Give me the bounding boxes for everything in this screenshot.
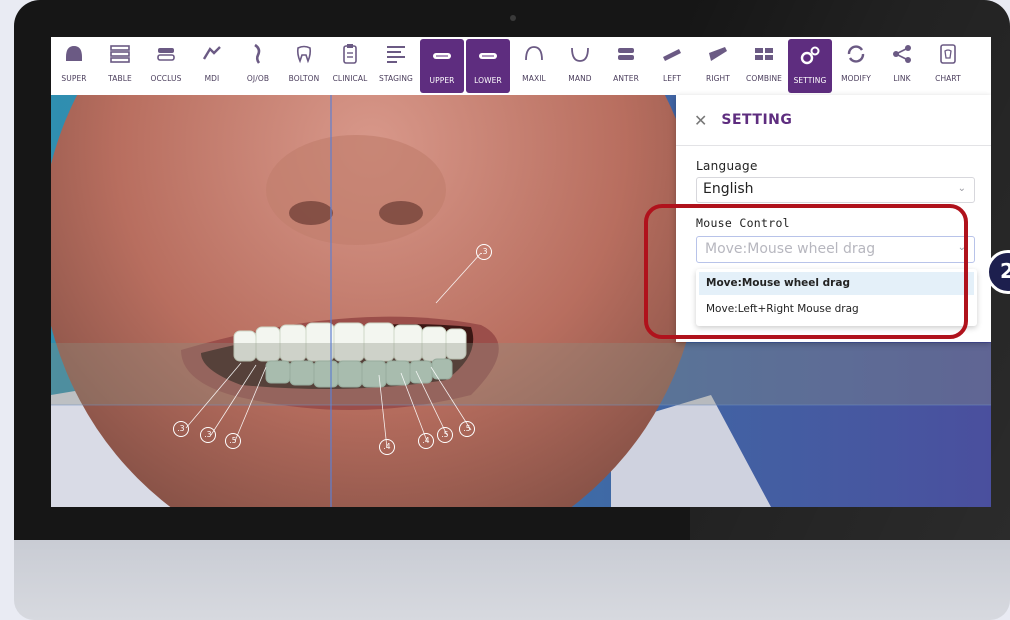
toolbar-button-label: ANTER bbox=[613, 74, 639, 83]
toolbar-button-label: MODIFY bbox=[841, 74, 871, 83]
toolbar-button-right[interactable]: RIGHT bbox=[695, 37, 741, 95]
language-value: English bbox=[703, 181, 754, 197]
toolbar-button-label: SETTING bbox=[793, 76, 827, 85]
toolbar-button-label: SUPER bbox=[61, 74, 87, 83]
chevron-down-icon: ⌄ bbox=[957, 183, 966, 194]
toolbar-button-occlus[interactable]: OCCLUS bbox=[143, 37, 189, 95]
toolbar-button-combine[interactable]: COMBINE bbox=[741, 37, 787, 95]
share-icon bbox=[889, 41, 915, 71]
mdi-icon bbox=[199, 41, 225, 71]
toolbar-button-chart[interactable]: CHART bbox=[925, 37, 971, 95]
lower-arch-icon bbox=[475, 43, 501, 73]
measurement-label[interactable]: .5 bbox=[459, 421, 475, 437]
toolbar-button-label: OJ/OB bbox=[246, 74, 270, 83]
toolbar-button-staging[interactable]: STAGING bbox=[373, 37, 419, 95]
language-select[interactable]: English ⌄ bbox=[696, 177, 975, 203]
toolbar-button-mand[interactable]: MAND bbox=[557, 37, 603, 95]
panel-title: SETTING bbox=[721, 112, 793, 128]
toolbar: SUPER TABLE OCCLUS MDI OJ/OB BOLTON CLINICAL ST… bbox=[51, 37, 991, 95]
measurement-label[interactable]: .5 bbox=[225, 433, 241, 449]
toolbar-button-lower[interactable]: LOWER bbox=[466, 39, 510, 93]
toolbar-button-label: MAND bbox=[568, 74, 592, 83]
toolbar-button-label: CHART bbox=[935, 74, 961, 83]
toolbar-button-label: LEFT bbox=[662, 74, 682, 83]
toolbar-button-label: TABLE bbox=[108, 74, 132, 83]
maxilla-icon bbox=[521, 41, 547, 71]
toolbar-button-link[interactable]: LINK bbox=[879, 37, 925, 95]
toolbar-button-label: RIGHT bbox=[706, 74, 730, 83]
occlusion-icon bbox=[153, 41, 179, 71]
close-icon[interactable]: ✕ bbox=[694, 111, 707, 130]
table-icon bbox=[107, 41, 133, 71]
toolbar-button-anter[interactable]: ANTER bbox=[603, 37, 649, 95]
staging-icon bbox=[383, 41, 409, 71]
toolbar-button-bolton[interactable]: BOLTON bbox=[281, 37, 327, 95]
toolbar-button-table[interactable]: TABLE bbox=[97, 37, 143, 95]
highlight-callout bbox=[644, 204, 968, 339]
toolbar-button-clinical[interactable]: CLINICAL bbox=[327, 37, 373, 95]
upper-arch-icon bbox=[429, 43, 455, 73]
tooth-icon bbox=[291, 41, 317, 71]
measurement-label[interactable]: .4 bbox=[418, 433, 434, 449]
right-view-icon bbox=[705, 41, 731, 71]
toolbar-button-label: COMBINE bbox=[745, 74, 783, 83]
toolbar-button-left[interactable]: LEFT bbox=[649, 37, 695, 95]
toolbar-button-label: UPPER bbox=[429, 76, 455, 85]
gears-icon bbox=[797, 43, 823, 73]
mandible-icon bbox=[567, 41, 593, 71]
toolbar-button-label: BOLTON bbox=[288, 74, 320, 83]
webcam-dot bbox=[510, 15, 516, 21]
toolbar-button-upper[interactable]: UPPER bbox=[420, 39, 464, 93]
measurement-label[interactable]: .3 bbox=[476, 244, 492, 260]
monitor-chin bbox=[14, 540, 1010, 620]
anterior-icon bbox=[613, 41, 639, 71]
toolbar-button-label: CLINICAL bbox=[332, 74, 368, 83]
clipboard-icon bbox=[337, 41, 363, 71]
toolbar-button-modify[interactable]: MODIFY bbox=[833, 37, 879, 95]
super-icon bbox=[61, 41, 87, 71]
toolbar-button-super[interactable]: SUPER bbox=[51, 37, 97, 95]
measurement-label[interactable]: .5 bbox=[437, 427, 453, 443]
toolbar-button-oj-ob[interactable]: OJ/OB bbox=[235, 37, 281, 95]
language-label: Language bbox=[696, 159, 758, 173]
measurement-label[interactable]: .3 bbox=[200, 427, 216, 443]
toolbar-button-mdi[interactable]: MDI bbox=[189, 37, 235, 95]
toolbar-button-setting[interactable]: SETTING bbox=[788, 39, 832, 93]
ojob-icon bbox=[245, 41, 271, 71]
chart-tooth-icon bbox=[935, 41, 961, 71]
toolbar-button-label: LOWER bbox=[474, 76, 502, 85]
setting-panel-header: ✕ SETTING bbox=[676, 95, 991, 146]
measurement-label[interactable]: .4 bbox=[379, 439, 395, 455]
measurement-label[interactable]: .3 bbox=[173, 421, 189, 437]
toolbar-button-label: OCCLUS bbox=[150, 74, 182, 83]
refresh-icon bbox=[843, 41, 869, 71]
toolbar-button-label: MAXIL bbox=[522, 74, 546, 83]
combine-icon bbox=[751, 41, 777, 71]
toolbar-button-label: LINK bbox=[893, 74, 911, 83]
toolbar-button-label: MDI bbox=[204, 74, 220, 83]
toolbar-button-label: STAGING bbox=[379, 74, 413, 83]
toolbar-button-maxil[interactable]: MAXIL bbox=[511, 37, 557, 95]
left-view-icon bbox=[659, 41, 685, 71]
